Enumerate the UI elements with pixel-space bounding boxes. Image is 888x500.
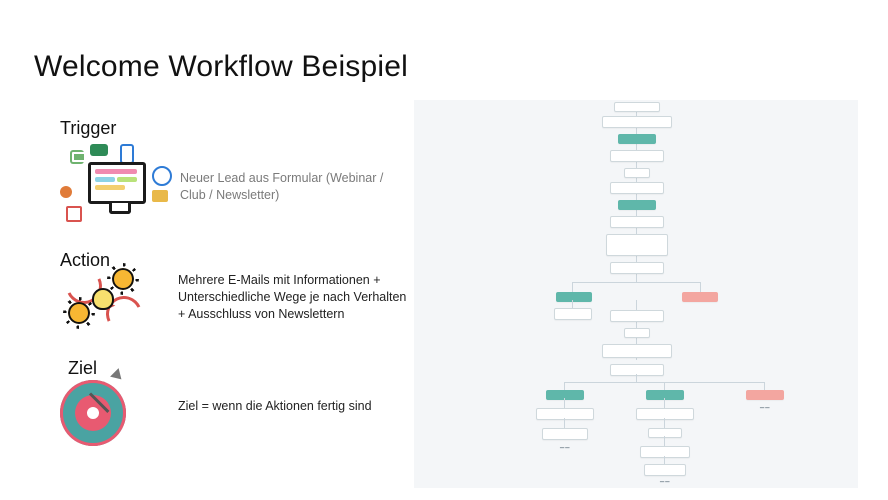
slide: Welcome Workflow Beispiel Trigger Neuer … bbox=[0, 0, 888, 500]
people-icon bbox=[90, 144, 108, 156]
gears-cycle-icon bbox=[66, 268, 150, 332]
lightbulb-icon bbox=[92, 288, 114, 310]
dart-icon bbox=[90, 372, 130, 412]
camera-icon bbox=[152, 190, 168, 202]
gear-icon bbox=[68, 302, 90, 324]
monitor-with-apps-icon bbox=[60, 144, 170, 224]
globe-icon bbox=[152, 166, 172, 186]
trigger-heading: Trigger bbox=[60, 118, 116, 139]
user-icon bbox=[60, 186, 72, 198]
page-title: Welcome Workflow Beispiel bbox=[34, 50, 408, 84]
ziel-text: Ziel = wenn die Aktionen fertig sind bbox=[178, 398, 408, 415]
mail-icon bbox=[70, 150, 84, 164]
monitor-icon bbox=[88, 162, 146, 204]
workflow-thumbnail: ━━ ━━ ━━ bbox=[414, 100, 858, 488]
section-trigger: Trigger Neuer Lead aus Formular (Webinar… bbox=[60, 118, 116, 145]
gear-icon bbox=[112, 268, 134, 290]
phone-icon bbox=[120, 144, 134, 164]
trigger-text: Neuer Lead aus Formular (Webinar / Club … bbox=[180, 170, 390, 204]
section-action: Action Mehrere E-Mails mit Informationen… bbox=[60, 250, 110, 277]
action-text: Mehrere E-Mails mit Informationen + Unte… bbox=[178, 272, 408, 323]
section-ziel: Ziel Ziel = wenn die Aktionen fertig sin… bbox=[60, 358, 97, 385]
checkbox-icon bbox=[66, 206, 82, 222]
